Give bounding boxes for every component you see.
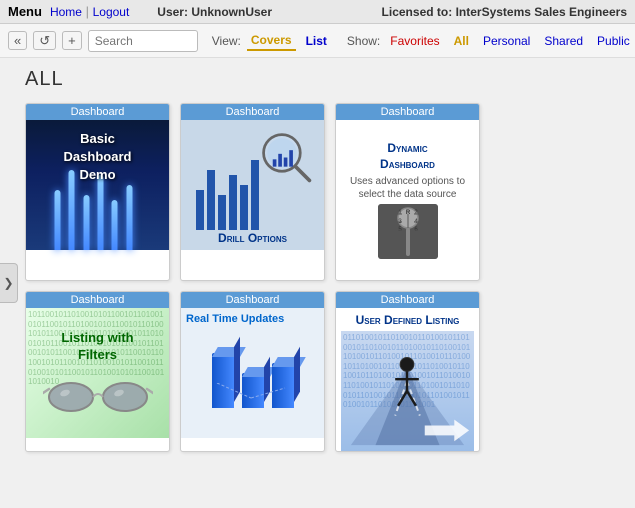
card-dynamic-desc: Uses advanced options to select the data… — [341, 175, 474, 201]
search-input[interactable] — [88, 30, 198, 52]
covers-view-button[interactable]: Covers — [247, 31, 296, 51]
userdefined-image: 0110100101101001011010010110100101101001… — [341, 331, 474, 451]
card-listing-title: Listing withFilters — [61, 330, 133, 364]
show-label: Show: — [347, 34, 380, 48]
dashboard-grid: Dashboard BasicDashboardDemo — [25, 103, 620, 452]
card-drill-header: Dashboard — [181, 104, 324, 120]
licensed-prefix: Licensed to: — [382, 5, 453, 19]
left-panel-toggle[interactable]: ❯ — [0, 263, 18, 303]
drill-chart-decoration — [196, 160, 259, 230]
menu-label[interactable]: Menu — [8, 4, 42, 19]
card-realtime-updates[interactable]: Dashboard Real Time Updates — [180, 291, 325, 452]
connector-lines — [206, 383, 306, 413]
card-realtime-header: Dashboard — [181, 292, 324, 308]
card-dynamic-dashboard[interactable]: Dashboard DynamicDashboard Uses advanced… — [335, 103, 480, 281]
favorites-filter-button[interactable]: Favorites — [386, 32, 443, 50]
card-user-defined[interactable]: Dashboard User Defined Listing 011010010… — [335, 291, 480, 452]
card-userdefined-title: User Defined Listing — [356, 313, 460, 327]
section-title: All — [25, 68, 620, 91]
main-content: ❯ All Dashboard BasicDashboardDemo — [0, 58, 635, 508]
road-scene — [341, 336, 474, 446]
view-label: View: — [212, 34, 241, 48]
card-listing-header: Dashboard — [26, 292, 169, 308]
toolbar: « ↺ + View: Covers List Show: Favorites … — [0, 24, 635, 58]
logout-link[interactable]: Logout — [93, 5, 130, 19]
licensed-to: InterSystems Sales Engineers — [456, 5, 627, 19]
card-dynamic-header: Dashboard — [336, 104, 479, 120]
card-basic-dashboard[interactable]: Dashboard BasicDashboardDemo — [25, 103, 170, 281]
card-realtime-title: Real Time Updates — [186, 313, 284, 325]
refresh-button[interactable]: ↺ — [33, 31, 56, 50]
personal-filter-button[interactable]: Personal — [479, 32, 534, 50]
gear-image: R 1 2 3 4 5 6 — [378, 204, 438, 259]
public-filter-button[interactable]: Public — [593, 32, 634, 50]
card-basic-header: Dashboard — [26, 104, 169, 120]
all-filter-button[interactable]: All — [450, 32, 473, 50]
add-button[interactable]: + — [62, 31, 82, 50]
magnify-icon — [259, 130, 314, 185]
card-drill-options[interactable]: Dashboard — [180, 103, 325, 281]
card-basic-title: BasicDashboardDemo — [26, 130, 169, 185]
shared-filter-button[interactable]: Shared — [540, 32, 587, 50]
list-view-button[interactable]: List — [302, 32, 331, 50]
card-dynamic-title: DynamicDashboard — [380, 141, 435, 172]
back-button[interactable]: « — [8, 31, 27, 50]
card-userdefined-header: Dashboard — [336, 292, 479, 308]
username: UnknownUser — [191, 5, 272, 19]
card-listing-filters[interactable]: Dashboard 101100101101001010110010110100… — [25, 291, 170, 452]
card-drill-title: Drill Options — [181, 231, 324, 245]
home-link[interactable]: Home — [50, 5, 82, 19]
user-prefix: User: — [157, 5, 188, 19]
sunglasses-icon — [43, 371, 153, 416]
menu-bar: Menu Home | Logout User: UnknownUser Lic… — [0, 0, 635, 24]
